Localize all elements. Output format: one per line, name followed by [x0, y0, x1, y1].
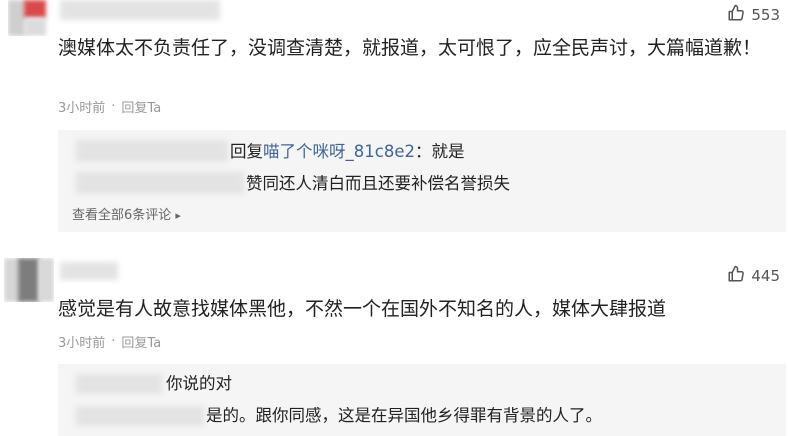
reply-button[interactable]: 回复Ta: [121, 332, 161, 351]
thumbs-up-icon: [727, 4, 745, 26]
reply-item: 赞同还人清白而且还要补偿名誉损失: [246, 172, 510, 196]
view-all-label: 查看全部6条评论: [72, 208, 172, 223]
comment-time: 3小时前: [58, 336, 106, 351]
reply-item: 你说的对: [166, 372, 232, 396]
reply-item: 是的。跟你同感，这是在异国他乡得罪有背景的人了。: [206, 404, 602, 428]
reply-list: 回复喵了个咪呀_81c8e2：就是 赞同还人清白而且还要补偿名誉损失 查看全部6…: [58, 130, 786, 232]
comment-text: 感觉是有人故意找媒体黑他，不然一个在国外不知名的人，媒体大肆报道: [58, 298, 667, 320]
avatar[interactable]: [4, 258, 54, 302]
thumbs-up-icon: [727, 265, 745, 287]
like-count: 445: [751, 267, 780, 285]
reply-username-blurred[interactable]: [76, 406, 204, 426]
reply-item: 回复喵了个咪呀_81c8e2：就是: [230, 140, 464, 164]
reply-text: ：就是: [414, 142, 465, 161]
view-all-replies-link[interactable]: 查看全部6条评论 ▸: [72, 204, 181, 223]
username-blurred: [60, 0, 220, 20]
comment-meta: 3小时前 · 回复Ta: [58, 97, 161, 116]
reply-target-username[interactable]: 喵了个咪呀_81c8e2: [263, 142, 415, 161]
comment-time: 3小时前: [58, 101, 106, 116]
reply-username-blurred[interactable]: [76, 172, 244, 194]
meta-separator: ·: [111, 99, 116, 114]
reply-username-blurred[interactable]: [76, 374, 162, 394]
reply-prefix: 回复: [230, 142, 263, 161]
username-blurred: [60, 262, 118, 280]
comment-meta: 3小时前 · 回复Ta: [58, 332, 161, 351]
reply-username-blurred[interactable]: [76, 140, 228, 162]
chevron-right-icon: ▸: [175, 209, 181, 222]
like-button[interactable]: 553: [727, 4, 780, 26]
reply-list: 你说的对 是的。跟你同感，这是在异国他乡得罪有背景的人了。: [58, 364, 786, 436]
reply-text: 你说的对: [166, 374, 232, 393]
reply-text: 是的。跟你同感，这是在异国他乡得罪有背景的人了。: [206, 406, 602, 425]
like-button[interactable]: 445: [727, 265, 780, 287]
comment-text: 澳媒体太不负责任了，没调查清楚，就报道，太可恨了，应全民声讨，大篇幅道歉！: [58, 37, 762, 59]
reply-button[interactable]: 回复Ta: [121, 97, 161, 116]
like-count: 553: [751, 6, 780, 24]
avatar[interactable]: [8, 0, 52, 36]
meta-separator: ·: [111, 334, 116, 349]
reply-text: 赞同还人清白而且还要补偿名誉损失: [246, 174, 510, 193]
